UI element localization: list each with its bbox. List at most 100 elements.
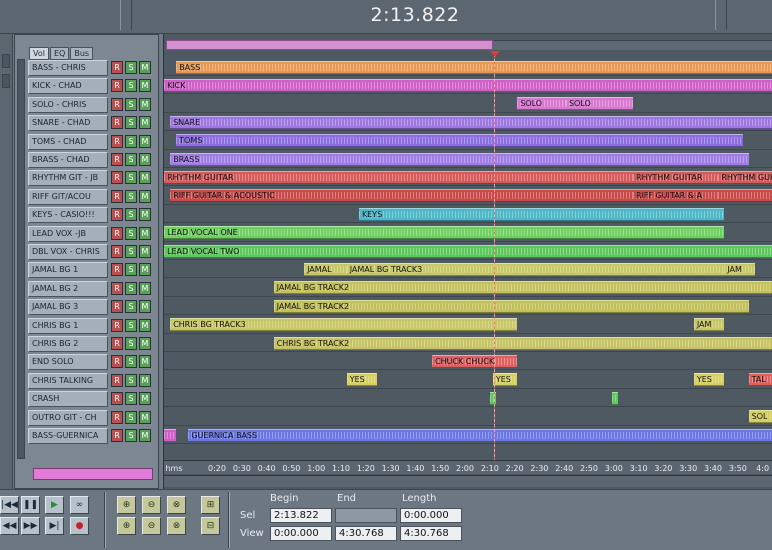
track-list-scrollbar[interactable] bbox=[17, 59, 25, 459]
mute-button[interactable]: M bbox=[139, 189, 151, 203]
mute-button[interactable]: M bbox=[139, 116, 151, 130]
mute-button[interactable]: M bbox=[139, 134, 151, 148]
track-name[interactable]: TOMS - CHAD bbox=[28, 133, 108, 150]
solo-button[interactable]: S bbox=[125, 189, 137, 203]
audio-clip[interactable]: JAMAL bbox=[304, 262, 347, 276]
mute-button[interactable]: M bbox=[139, 97, 151, 111]
fast-forward-button[interactable]: ▶▶ bbox=[21, 517, 40, 535]
zoom-out-vertical-icon[interactable]: ⊖ bbox=[142, 517, 161, 535]
goto-end-button[interactable]: ▶| bbox=[45, 517, 64, 535]
mute-button[interactable]: M bbox=[139, 355, 151, 369]
solo-button[interactable]: S bbox=[125, 337, 137, 350]
audio-clip[interactable] bbox=[718, 189, 772, 203]
track-name[interactable]: JAMAL BG 1 bbox=[28, 262, 108, 279]
audio-clip[interactable] bbox=[611, 391, 618, 405]
audio-clip[interactable]: LEAD VOCAL ONE bbox=[164, 226, 372, 240]
record-arm-button[interactable]: R bbox=[111, 226, 123, 240]
solo-button[interactable]: S bbox=[125, 79, 137, 93]
record-arm-button[interactable]: R bbox=[111, 189, 123, 203]
mute-button[interactable]: M bbox=[139, 263, 151, 277]
mute-button[interactable]: M bbox=[139, 300, 151, 314]
audio-clip[interactable]: JAMAL BG TRACK2 bbox=[273, 299, 749, 313]
track-name[interactable]: BASS - CHRIS bbox=[28, 60, 108, 76]
track-name[interactable]: CRASH bbox=[28, 391, 108, 408]
solo-button[interactable]: S bbox=[125, 245, 137, 258]
track-name[interactable]: LEAD VOX -JB bbox=[28, 225, 108, 242]
record-arm-button[interactable]: R bbox=[111, 208, 123, 222]
track-name[interactable]: BASS-GUERNICA bbox=[28, 428, 108, 444]
record-arm-button[interactable]: R bbox=[111, 373, 123, 387]
record-arm-button[interactable]: R bbox=[111, 281, 123, 295]
record-arm-button[interactable]: R bbox=[111, 116, 123, 130]
solo-button[interactable]: S bbox=[125, 429, 137, 442]
solo-button[interactable]: S bbox=[125, 392, 137, 406]
solo-button[interactable]: S bbox=[125, 116, 137, 130]
record-arm-button[interactable]: R bbox=[111, 410, 123, 424]
solo-button[interactable]: S bbox=[125, 97, 137, 111]
solo-button[interactable]: S bbox=[125, 226, 137, 240]
audio-clip[interactable]: RHYTHM GUI bbox=[718, 170, 772, 184]
audio-clip[interactable]: CHUCK CHUCK bbox=[431, 354, 518, 368]
master-level-bar[interactable] bbox=[33, 468, 153, 480]
track-name[interactable]: DBL VOX - CHRIS bbox=[28, 244, 108, 260]
record-button[interactable]: ● bbox=[70, 517, 89, 535]
audio-clip[interactable]: KICK bbox=[164, 78, 772, 92]
view-end-field[interactable]: 4:30.768 bbox=[335, 526, 397, 541]
audio-clip[interactable]: RHYTHM GUITAR bbox=[164, 170, 633, 184]
track-name[interactable]: SOLO - CHRIS bbox=[28, 96, 108, 113]
record-arm-button[interactable]: R bbox=[111, 392, 123, 406]
audio-clip[interactable]: SOL bbox=[748, 410, 772, 424]
mute-button[interactable]: M bbox=[139, 429, 151, 442]
timeline-hscrollbar[interactable] bbox=[164, 475, 772, 487]
mute-button[interactable]: M bbox=[139, 318, 151, 332]
solo-button[interactable]: S bbox=[125, 61, 137, 74]
toolbar-grip-left[interactable] bbox=[120, 0, 132, 30]
mute-button[interactable]: M bbox=[139, 208, 151, 222]
record-arm-button[interactable]: R bbox=[111, 79, 123, 93]
record-arm-button[interactable]: R bbox=[111, 61, 123, 74]
track-name[interactable]: END SOLO bbox=[28, 354, 108, 371]
mute-button[interactable]: M bbox=[139, 337, 151, 350]
dock-slot[interactable] bbox=[2, 74, 10, 88]
track-name[interactable]: JAMAL BG 2 bbox=[28, 280, 108, 297]
audio-clip[interactable]: SOLO bbox=[517, 97, 566, 111]
record-arm-button[interactable]: R bbox=[111, 300, 123, 314]
track-name[interactable]: CHRIS BG 2 bbox=[28, 336, 108, 352]
cursor-marker-top-icon[interactable] bbox=[490, 51, 500, 57]
zoom-out-icon[interactable]: ⊖ bbox=[142, 496, 161, 514]
timeline-area[interactable]: BASS KICK SOLO SOLO SNARE TOMS BRASS RHYTHM GUI… bbox=[163, 34, 772, 489]
audio-clip[interactable]: YES bbox=[693, 373, 725, 387]
record-arm-button[interactable]: R bbox=[111, 171, 123, 185]
solo-button[interactable]: S bbox=[125, 171, 137, 185]
audio-clip[interactable] bbox=[371, 226, 725, 240]
tab-bus[interactable]: Bus bbox=[70, 47, 94, 60]
track-name[interactable]: CHRIS BG 1 bbox=[28, 317, 108, 334]
zoom-full-vertical-icon[interactable]: ⊗ bbox=[167, 517, 186, 535]
audio-clip[interactable]: YES bbox=[346, 373, 378, 387]
track-name[interactable]: RIFF GIT/ACOU bbox=[28, 188, 108, 205]
zoom-selection-vertical-icon[interactable]: ⊟ bbox=[201, 517, 220, 535]
mute-button[interactable]: M bbox=[139, 226, 151, 240]
record-arm-button[interactable]: R bbox=[111, 97, 123, 111]
zoom-full-icon[interactable]: ⊗ bbox=[167, 496, 186, 514]
audio-clip[interactable]: CHRIS BG TRACK2 bbox=[273, 336, 772, 350]
audio-clip[interactable]: RIFF GUITAR & A bbox=[632, 189, 719, 203]
audio-clip[interactable]: JAM bbox=[724, 262, 755, 276]
audio-clip[interactable]: YES bbox=[492, 373, 518, 387]
record-arm-button[interactable]: R bbox=[111, 263, 123, 277]
track-name[interactable]: CHRIS TALKING bbox=[28, 372, 108, 389]
audio-clip[interactable]: SNARE bbox=[170, 115, 772, 129]
tab-eq[interactable]: EQ bbox=[49, 47, 70, 60]
previous-button[interactable]: ◀◀ bbox=[0, 517, 19, 535]
track-name[interactable]: OUTRO GIT - CH bbox=[28, 409, 108, 426]
view-length-field[interactable]: 4:30.768 bbox=[400, 526, 462, 541]
audio-clip[interactable]: TOMS bbox=[176, 134, 743, 148]
audio-clip[interactable]: RHYTHM GUITAR bbox=[632, 170, 719, 184]
loop-button[interactable]: ∞ bbox=[70, 496, 89, 514]
record-arm-button[interactable]: R bbox=[111, 245, 123, 258]
track-name[interactable]: KICK - CHAD bbox=[28, 78, 108, 95]
tab-vol[interactable]: Vol bbox=[29, 47, 49, 60]
audio-clip[interactable]: CHRIS BG TRACK3 bbox=[170, 318, 518, 332]
mute-button[interactable]: M bbox=[139, 392, 151, 406]
mute-button[interactable]: M bbox=[139, 410, 151, 424]
